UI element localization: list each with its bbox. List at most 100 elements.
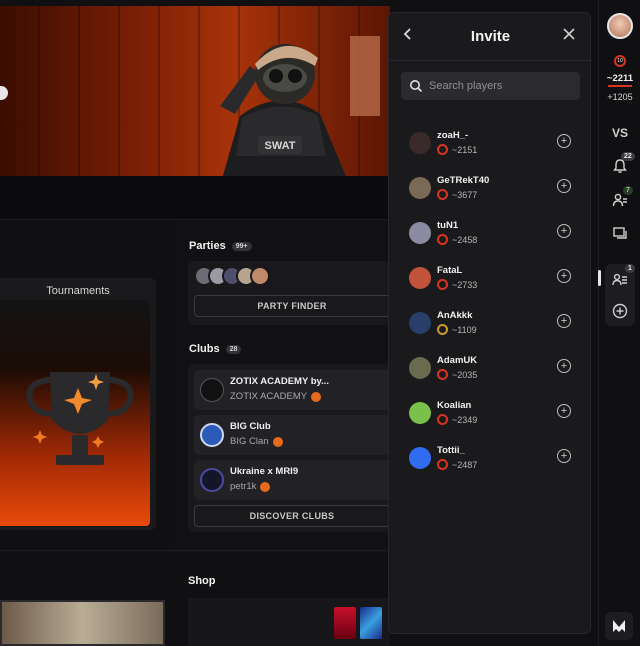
- player-row[interactable]: Koalian ~2349 +: [389, 396, 592, 436]
- verified-icon: [311, 391, 322, 402]
- party-button[interactable]: [612, 272, 628, 288]
- player-row[interactable]: FataL ~2733 +: [389, 261, 592, 301]
- invite-header: Invite: [389, 13, 592, 61]
- invite-player-button[interactable]: +: [557, 269, 571, 283]
- friends-count-badge: 7: [623, 186, 633, 195]
- player-row[interactable]: AnAkkk ~1109 +: [389, 306, 592, 346]
- close-button[interactable]: [561, 27, 577, 43]
- skill-level-icon: [437, 234, 448, 245]
- party-icon: [612, 273, 627, 286]
- app-logo-button[interactable]: [605, 612, 633, 640]
- elo-value: ~1109: [452, 324, 477, 335]
- elo-value: ~2349: [452, 414, 478, 425]
- chat-button[interactable]: [612, 226, 628, 242]
- shop-item[interactable]: [360, 607, 382, 639]
- invite-panel: Invite zoaH_- ~2151 + GeTRekT40 ~3677 + …: [388, 12, 592, 634]
- invite-player-button[interactable]: +: [557, 224, 571, 238]
- matchmaking-vs-button[interactable]: VS: [599, 126, 640, 140]
- clubs-header: Clubs 28: [189, 343, 242, 355]
- parties-title: Parties: [189, 240, 226, 252]
- discover-clubs-button[interactable]: DISCOVER CLUBS: [194, 505, 390, 527]
- player-name: FataL: [437, 265, 463, 276]
- player-name: AnAkkk: [437, 310, 473, 321]
- tournaments-label: Tournaments: [46, 285, 110, 297]
- club-name: Ukraine x MRI9: [230, 466, 299, 477]
- plus-circle-icon: [612, 303, 628, 319]
- player-name: AdamUK: [437, 355, 478, 366]
- elo-value: ~2487: [452, 459, 478, 470]
- skill-level-icon: [437, 144, 448, 155]
- invite-player-button[interactable]: +: [557, 134, 571, 148]
- player-row[interactable]: AdamUK ~2035 +: [389, 351, 592, 391]
- parties-count-badge: 99+: [231, 241, 252, 251]
- featured-thumbnail[interactable]: [0, 600, 165, 646]
- elo-value: ~2035: [452, 369, 478, 380]
- search-input[interactable]: [429, 80, 579, 92]
- skill-level-icon: [437, 324, 448, 335]
- avatar: [409, 312, 431, 334]
- user-avatar[interactable]: [607, 13, 633, 39]
- invite-player-button[interactable]: +: [557, 359, 571, 373]
- user-elo: ~2211: [606, 73, 634, 84]
- club-logo: [200, 468, 224, 492]
- app-root: SWAT Tournaments Parties 99+ PARTY FINDE…: [0, 0, 640, 646]
- player-row[interactable]: zoaH_- ~2151 +: [389, 126, 592, 166]
- skill-level-icon: [437, 414, 448, 425]
- club-name: ZOTIX ACADEMY by...: [230, 376, 330, 387]
- club-logo: [200, 423, 224, 447]
- elo-progress-bar: [608, 85, 632, 87]
- elo-value: ~2733: [452, 279, 478, 290]
- player-row[interactable]: tuN1 ~2458 +: [389, 216, 592, 256]
- avatar: [409, 267, 431, 289]
- invite-player-button[interactable]: +: [557, 404, 571, 418]
- clubs-title: Clubs: [189, 343, 220, 355]
- notifications-count-badge: 22: [621, 152, 635, 161]
- player-name: Tottii_: [437, 445, 465, 456]
- invite-player-button[interactable]: +: [557, 314, 571, 328]
- invite-player-button[interactable]: +: [557, 449, 571, 463]
- skill-level-icon: [437, 369, 448, 380]
- search-bar[interactable]: [401, 72, 580, 100]
- avatar: [409, 177, 431, 199]
- invite-player-button[interactable]: +: [557, 179, 571, 193]
- club-logo: [200, 378, 224, 402]
- club-item[interactable]: BIG Club BIG Clan: [194, 415, 390, 455]
- club-owner: ZOTIX ACADEMY: [230, 391, 322, 402]
- club-owner-label: ZOTIX ACADEMY: [230, 391, 308, 402]
- elo-value: ~2151: [452, 144, 478, 155]
- shop-title: Shop: [188, 575, 216, 587]
- faceit-logo-icon: [613, 620, 625, 632]
- hero-footer-bar: [0, 176, 390, 220]
- shop-item[interactable]: [334, 607, 356, 639]
- avatar: [409, 447, 431, 469]
- skill-level-icon: [437, 189, 448, 200]
- player-elo: ~2733: [437, 279, 477, 290]
- player-name: zoaH_-: [437, 130, 469, 141]
- section-divider: [0, 550, 390, 551]
- club-owner: petr1k: [230, 481, 271, 492]
- avatar: [409, 357, 431, 379]
- tournaments-card[interactable]: Tournaments: [0, 278, 156, 530]
- avatar[interactable]: [250, 266, 270, 286]
- party-count-badge: 1: [625, 264, 635, 273]
- avatar: [409, 222, 431, 244]
- club-name: BIG Club: [230, 421, 271, 432]
- search-icon: [410, 80, 423, 93]
- club-owner: BIG Clan: [230, 436, 283, 447]
- skill-level-icon: [437, 459, 448, 470]
- player-name: Koalian: [437, 400, 472, 411]
- hero-banner[interactable]: SWAT: [0, 6, 390, 176]
- club-item[interactable]: Ukraine x MRI9 petr1k: [194, 460, 390, 500]
- avatar: [409, 132, 431, 154]
- create-party-button[interactable]: [612, 303, 628, 319]
- party-avatars[interactable]: [194, 266, 270, 286]
- carousel-indicator[interactable]: [0, 86, 8, 100]
- clubs-count-badge: 28: [225, 344, 242, 354]
- player-row[interactable]: GeTRekT40 ~3677 +: [389, 171, 592, 211]
- player-elo: ~2487: [437, 459, 477, 470]
- player-row[interactable]: Tottii_ ~2487 +: [389, 441, 592, 481]
- club-item[interactable]: ZOTIX ACADEMY by... ZOTIX ACADEMY: [194, 370, 390, 410]
- parties-header: Parties 99+: [189, 240, 252, 252]
- party-finder-button[interactable]: PARTY FINDER: [194, 295, 390, 317]
- player-elo: ~1109: [437, 324, 477, 335]
